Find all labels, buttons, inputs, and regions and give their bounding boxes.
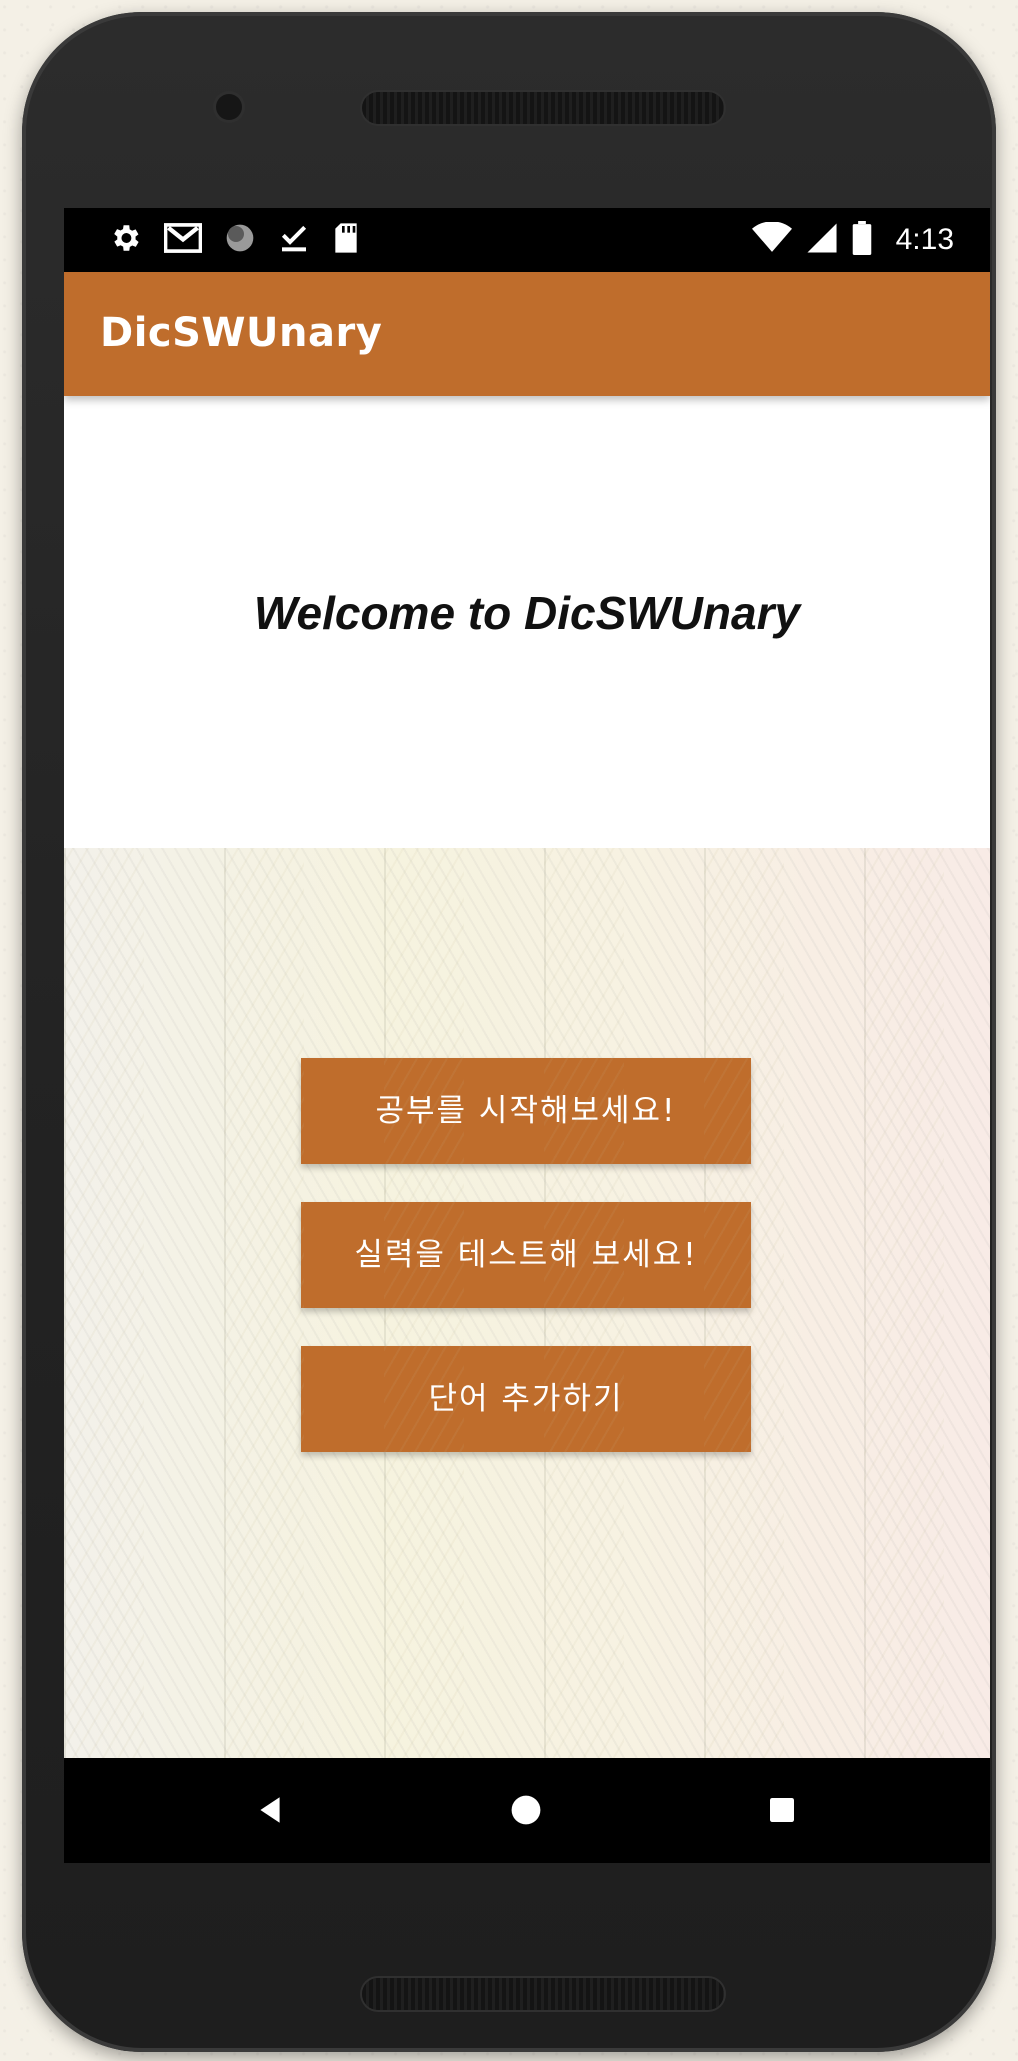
welcome-text: Welcome to DicSWUnary [253,587,801,639]
back-button[interactable] [238,1778,302,1842]
start-study-button[interactable]: 공부를 시작해보세요! [301,1058,751,1164]
front-camera [216,94,242,120]
menu-area: 공부를 시작해보세요! 실력을 테스트해 보세요! 단어 추가하기 [64,848,990,1758]
take-test-button[interactable]: 실력을 테스트해 보세요! [301,1202,751,1308]
recents-button[interactable] [750,1778,814,1842]
settings-icon [108,221,142,259]
wifi-icon [751,221,792,258]
earpiece-speaker [362,92,724,124]
battery-icon [852,221,872,259]
system-status-icons: 4:13 [751,218,954,262]
download-done-icon [278,222,310,258]
welcome-header: Welcome to DicSWUnary [64,396,990,848]
add-word-button[interactable]: 단어 추가하기 [301,1346,751,1452]
navigation-bar [64,1758,990,1863]
back-icon [260,1797,280,1823]
recents-icon [770,1798,794,1822]
signal-icon [806,222,838,258]
device-screen: 4:13 DicSWUnary Welcome to DicSWUnary 공부… [64,208,990,1863]
status-bar: 4:13 [64,208,990,272]
notification-icons [108,218,360,262]
app-bar: DicSWUnary [64,272,990,396]
home-button[interactable] [494,1778,558,1842]
gmail-icon [163,222,203,258]
status-time: 4:13 [895,223,954,256]
bottom-speaker [362,1978,724,2010]
home-icon [511,1795,541,1825]
sd-card-icon [332,222,360,258]
circle-icon [224,222,256,258]
app-title: DicSWUnary [100,310,383,356]
